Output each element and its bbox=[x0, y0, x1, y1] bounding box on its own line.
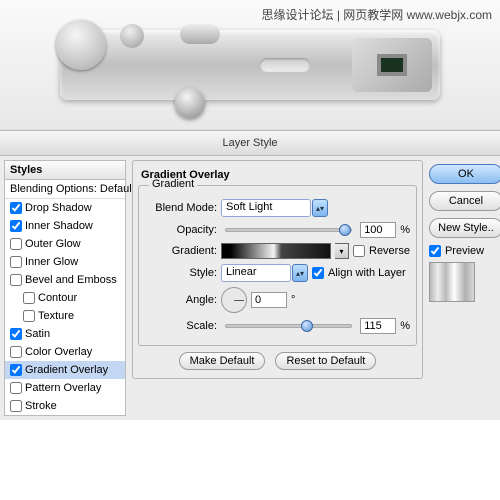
opacity-slider[interactable] bbox=[225, 228, 352, 232]
deg-label: ° bbox=[291, 294, 295, 306]
effect-label: Contour bbox=[38, 292, 77, 304]
ok-button[interactable]: OK bbox=[429, 164, 500, 184]
reverse-label: Reverse bbox=[369, 245, 410, 257]
effect-row-stroke[interactable]: Stroke bbox=[5, 397, 125, 415]
make-default-button[interactable]: Make Default bbox=[179, 352, 266, 370]
pct-label: % bbox=[400, 224, 410, 236]
effect-checkbox[interactable] bbox=[10, 328, 22, 340]
effect-label: Inner Shadow bbox=[25, 220, 93, 232]
new-style-button[interactable]: New Style.. bbox=[429, 218, 500, 238]
effect-row-drop-shadow[interactable]: Drop Shadow bbox=[5, 199, 125, 217]
dialog-title: Layer Style bbox=[0, 131, 500, 156]
effect-row-texture[interactable]: Texture bbox=[5, 307, 125, 325]
scale-field[interactable]: 115 bbox=[360, 318, 396, 334]
angle-field[interactable]: 0 bbox=[251, 292, 287, 308]
align-checkbox[interactable] bbox=[312, 267, 324, 279]
gradient-overlay-panel: Gradient Overlay Gradient Blend Mode: So… bbox=[132, 160, 423, 379]
group-legend: Gradient bbox=[149, 178, 197, 190]
effect-checkbox[interactable] bbox=[10, 382, 22, 394]
effect-checkbox[interactable] bbox=[10, 274, 22, 286]
gradient-group: Gradient Blend Mode: Soft Light▴▾ Opacit… bbox=[138, 185, 417, 346]
effect-label: Texture bbox=[38, 310, 74, 322]
effect-label: Gradient Overlay bbox=[25, 364, 108, 376]
preview-checkbox[interactable] bbox=[429, 245, 441, 257]
chevron-updown-icon[interactable]: ▴▾ bbox=[312, 199, 328, 217]
effect-checkbox[interactable] bbox=[10, 346, 22, 358]
effect-row-gradient-overlay[interactable]: Gradient Overlay bbox=[5, 361, 125, 379]
scale-slider[interactable] bbox=[225, 324, 352, 328]
effect-checkbox[interactable] bbox=[10, 400, 22, 412]
layer-style-dialog: Layer Style Styles Blending Options: Def… bbox=[0, 130, 500, 420]
effect-row-bevel-and-emboss[interactable]: Bevel and Emboss bbox=[5, 271, 125, 289]
effect-label: Inner Glow bbox=[25, 256, 78, 268]
styles-header[interactable]: Styles bbox=[4, 160, 126, 180]
preview-label: Preview bbox=[445, 245, 484, 257]
reset-default-button[interactable]: Reset to Default bbox=[275, 352, 376, 370]
scale-label: Scale: bbox=[145, 320, 217, 332]
effect-row-satin[interactable]: Satin bbox=[5, 325, 125, 343]
effect-checkbox[interactable] bbox=[23, 292, 35, 304]
effect-row-outer-glow[interactable]: Outer Glow bbox=[5, 235, 125, 253]
effect-row-color-overlay[interactable]: Color Overlay bbox=[5, 343, 125, 361]
chevron-down-icon[interactable]: ▾ bbox=[335, 243, 349, 259]
opacity-label: Opacity: bbox=[145, 224, 217, 236]
angle-label: Angle: bbox=[145, 294, 217, 306]
effect-label: Stroke bbox=[25, 400, 57, 412]
camera-render bbox=[60, 30, 440, 100]
dialog-actions: OK Cancel New Style.. Preview bbox=[425, 156, 500, 420]
blend-mode-select[interactable]: Soft Light bbox=[221, 199, 311, 217]
effect-label: Drop Shadow bbox=[25, 202, 92, 214]
effect-label: Outer Glow bbox=[25, 238, 81, 250]
effect-checkbox[interactable] bbox=[10, 238, 22, 250]
effect-checkbox[interactable] bbox=[10, 202, 22, 214]
reverse-checkbox[interactable] bbox=[353, 245, 365, 257]
cancel-button[interactable]: Cancel bbox=[429, 191, 500, 211]
effect-row-inner-shadow[interactable]: Inner Shadow bbox=[5, 217, 125, 235]
align-label: Align with Layer bbox=[328, 267, 406, 279]
effect-label: Color Overlay bbox=[25, 346, 92, 358]
effect-checkbox[interactable] bbox=[23, 310, 35, 322]
preview-swatch bbox=[429, 262, 475, 302]
effect-checkbox[interactable] bbox=[10, 256, 22, 268]
style-label: Style: bbox=[145, 267, 217, 279]
effect-row-pattern-overlay[interactable]: Pattern Overlay bbox=[5, 379, 125, 397]
blend-mode-label: Blend Mode: bbox=[145, 202, 217, 214]
effect-label: Satin bbox=[25, 328, 50, 340]
opacity-field[interactable]: 100 bbox=[360, 222, 396, 238]
styles-sidebar: Styles Blending Options: Default Drop Sh… bbox=[0, 156, 130, 420]
gradient-label: Gradient: bbox=[145, 245, 217, 257]
effect-label: Pattern Overlay bbox=[25, 382, 101, 394]
angle-wheel[interactable] bbox=[221, 287, 247, 313]
effect-checkbox[interactable] bbox=[10, 364, 22, 376]
effect-checkbox[interactable] bbox=[10, 220, 22, 232]
pct-label: % bbox=[400, 320, 410, 332]
blending-options-row[interactable]: Blending Options: Default bbox=[5, 180, 125, 199]
effect-row-inner-glow[interactable]: Inner Glow bbox=[5, 253, 125, 271]
illustration: 思缘设计论坛 | 网页教学网 www.webjx.com bbox=[0, 0, 500, 130]
gradient-swatch[interactable] bbox=[221, 243, 331, 259]
style-select[interactable]: Linear bbox=[221, 264, 291, 282]
watermark: 思缘设计论坛 | 网页教学网 www.webjx.com bbox=[262, 6, 492, 23]
effect-row-contour[interactable]: Contour bbox=[5, 289, 125, 307]
effect-label: Bevel and Emboss bbox=[25, 274, 117, 286]
chevron-updown-icon[interactable]: ▴▾ bbox=[292, 264, 308, 282]
